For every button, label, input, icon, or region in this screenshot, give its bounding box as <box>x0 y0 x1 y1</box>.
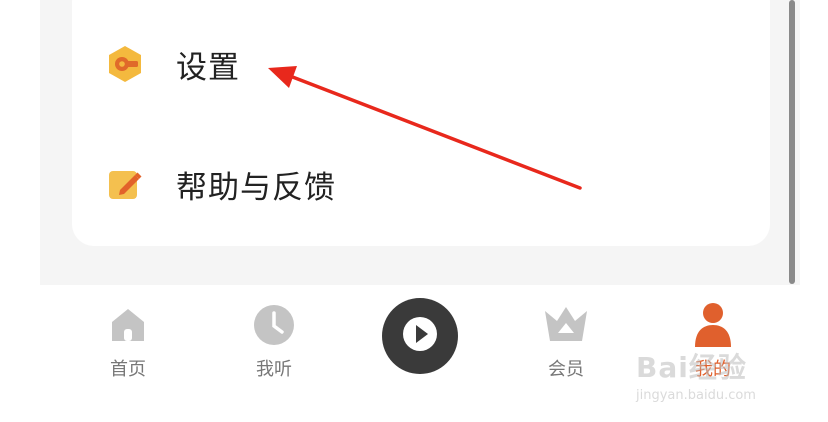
home-icon <box>104 301 152 349</box>
tab-label-listen: 我听 <box>256 359 292 380</box>
tab-label-vip: 会员 <box>548 359 584 380</box>
play-button[interactable] <box>382 298 458 374</box>
user-icon <box>689 301 737 349</box>
play-icon <box>400 314 440 358</box>
tab-vip[interactable]: 会员 <box>526 301 606 381</box>
tab-listen[interactable]: 我听 <box>234 301 314 381</box>
tab-home[interactable]: 首页 <box>88 301 168 381</box>
tab-label-home: 首页 <box>110 359 146 380</box>
tab-mine[interactable]: 我的 <box>673 301 753 381</box>
tab-label-mine: 我的 <box>695 359 731 380</box>
clock-icon <box>250 301 298 349</box>
crown-icon <box>542 301 590 349</box>
